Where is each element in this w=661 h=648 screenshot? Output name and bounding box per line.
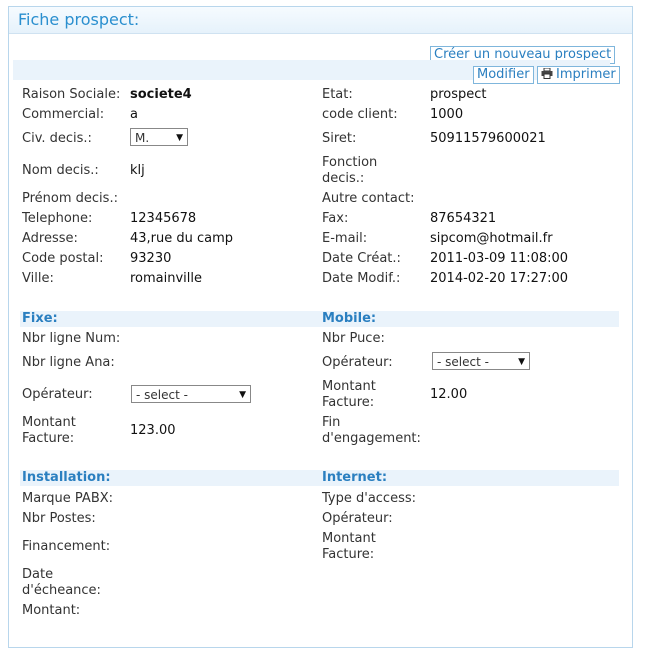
internet-operateur-label: Opérateur: xyxy=(322,511,393,526)
page-title: Fiche prospect: xyxy=(18,10,140,29)
nbr-ligne-ana-label: Nbr ligne Ana: xyxy=(22,355,115,370)
telephone-value: 12345678 xyxy=(130,211,197,226)
raison-sociale-value: societe4 xyxy=(130,87,192,102)
nbr-postes-label: Nbr Postes: xyxy=(22,511,96,526)
fin-engagement-label: Fin d'engagement: xyxy=(322,415,421,446)
modify-button[interactable]: Modifier xyxy=(473,66,534,84)
code-postal-label: Code postal: xyxy=(22,251,104,266)
adresse-label: Adresse: xyxy=(22,231,78,246)
internet-heading: Internet: xyxy=(320,470,619,486)
siret-value: 50911579600021 xyxy=(430,131,546,146)
printer-icon xyxy=(541,68,553,79)
mobile-montant-label: Montant Facture: xyxy=(322,379,376,410)
date-creat-label: Date Créat.: xyxy=(322,251,401,266)
date-echeance-label: Date d'écheance: xyxy=(22,567,101,598)
civ-decis-select[interactable]: M. ▼ xyxy=(130,128,188,146)
telephone-label: Telephone: xyxy=(22,211,93,226)
mobile-operateur-label: Opérateur: xyxy=(322,355,393,370)
mobile-heading: Mobile: xyxy=(320,311,619,327)
siret-label: Siret: xyxy=(322,131,357,146)
fixe-montant-label: Montant Facture: xyxy=(22,415,76,446)
internet-montant-label: Montant Facture: xyxy=(322,531,376,562)
nbr-ligne-num-label: Nbr ligne Num: xyxy=(22,331,121,346)
civ-decis-label: Civ. decis.: xyxy=(22,131,92,146)
installation-montant-label: Montant: xyxy=(22,603,81,618)
marque-pabx-label: Marque PABX: xyxy=(22,491,114,506)
mobile-operateur-select-value: - select - xyxy=(437,355,489,369)
fonction-decis-label: Fonction decis.: xyxy=(322,155,378,186)
mobile-operateur-select[interactable]: - select - ▼ xyxy=(432,352,530,370)
print-label: Imprimer xyxy=(556,67,616,82)
fixe-montant-value: 123.00 xyxy=(130,423,176,438)
fixe-operateur-select-value: - select - xyxy=(136,388,188,402)
ville-label: Ville: xyxy=(22,271,54,286)
civ-decis-value: M. xyxy=(135,131,150,145)
mobile-montant-value: 12.00 xyxy=(430,387,468,402)
print-button[interactable]: Imprimer xyxy=(537,66,620,84)
nbr-puce-label: Nbr Puce: xyxy=(322,331,385,346)
fax-label: Fax: xyxy=(322,211,349,226)
installation-heading: Installation: xyxy=(20,470,320,486)
date-creat-value: 2011-03-09 11:08:00 xyxy=(430,251,569,266)
fixe-heading: Fixe: xyxy=(20,311,320,327)
commercial-value: a xyxy=(130,107,138,122)
type-access-label: Type d'access: xyxy=(322,491,417,506)
autre-contact-label: Autre contact: xyxy=(322,191,415,206)
financement-label: Financement: xyxy=(22,539,111,554)
commercial-label: Commercial: xyxy=(22,107,105,122)
fax-value: 87654321 xyxy=(430,211,497,226)
panel-header: Fiche prospect: xyxy=(9,7,632,34)
date-modif-label: Date Modif.: xyxy=(322,271,401,286)
raison-sociale-label: Raison Sociale: xyxy=(22,87,121,102)
email-label: E-mail: xyxy=(322,231,368,246)
email-value: sipcom@hotmail.fr xyxy=(430,231,553,246)
code-postal-value: 93230 xyxy=(130,251,172,266)
date-modif-value: 2014-02-20 17:27:00 xyxy=(430,271,569,286)
code-client-label: code client: xyxy=(322,107,398,122)
chevron-down-icon: ▼ xyxy=(239,390,246,400)
prenom-decis-label: Prénom decis.: xyxy=(22,191,118,206)
fixe-operateur-label: Opérateur: xyxy=(22,387,93,402)
fixe-operateur-select[interactable]: - select - ▼ xyxy=(131,385,251,403)
chevron-down-icon: ▼ xyxy=(176,133,183,143)
code-client-value: 1000 xyxy=(430,107,464,122)
etat-value: prospect xyxy=(430,87,487,102)
chevron-down-icon: ▼ xyxy=(518,357,525,367)
adresse-value: 43,rue du camp xyxy=(130,231,234,246)
nom-decis-value: klj xyxy=(130,163,145,178)
etat-label: Etat: xyxy=(322,87,353,102)
nom-decis-label: Nom decis.: xyxy=(22,163,99,178)
ville-value: romainville xyxy=(130,271,203,286)
